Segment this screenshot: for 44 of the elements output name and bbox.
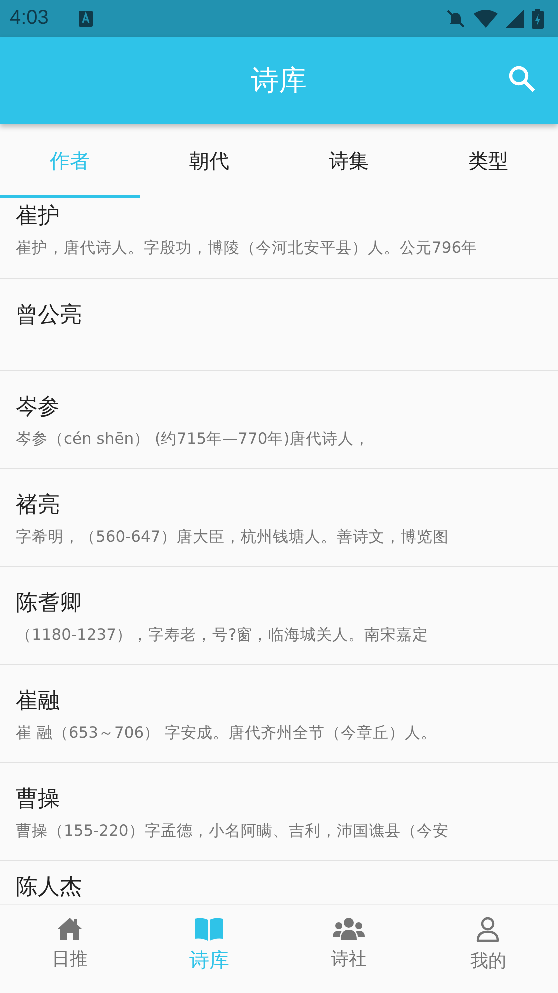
author-item[interactable]: 曹操 曹操（155-220）字孟德，小名阿瞒、吉利，沛国谯县（今安: [0, 763, 558, 861]
nav-label: 我的: [470, 950, 506, 973]
author-name: 岑参: [16, 394, 61, 422]
author-name: 曹操: [16, 786, 61, 814]
author-item[interactable]: 崔护 崔护，唐代诗人。字殷功，博陵（今河北安平县）人。公元796年: [0, 198, 558, 279]
app-title: 诗库: [251, 62, 307, 98]
nav-label: 日推: [52, 948, 88, 971]
tab[interactable]: 诗集: [279, 124, 418, 198]
author-description: 崔 融（653～706） 字安成。唐代齐州全节（今章丘）人。: [16, 723, 438, 744]
author-description: （1180-1237），字寿老，号?窗，临海城关人。南宋嘉定: [16, 625, 430, 646]
author-name: 褚亮: [16, 492, 61, 520]
author-description: 曹操（155-220）字孟德，小名阿瞒、吉利，沛国谯县（今安: [16, 821, 450, 842]
group-icon: [332, 917, 365, 941]
author-name: 崔护: [16, 203, 61, 231]
signal-icon: [506, 10, 524, 28]
home-icon: [56, 917, 83, 941]
search-icon[interactable]: [508, 65, 536, 93]
notification-icon: [78, 10, 93, 26]
wifi-icon: [474, 10, 498, 28]
status-time: 4:03: [10, 7, 49, 30]
author-name: 曾公亮: [16, 302, 83, 330]
book-icon: [194, 917, 224, 941]
nav-label: 诗社: [330, 948, 367, 971]
author-item[interactable]: 褚亮 字希明，（560-647）唐大臣，杭州钱塘人。善诗文，博览图: [0, 469, 558, 567]
author-item[interactable]: 岑参 岑参（cén shēn） (约715年—770年)唐代诗人，: [0, 371, 558, 469]
nav-label: 诗库: [189, 947, 230, 974]
author-description: 岑参（cén shēn） (约715年—770年)唐代诗人，: [16, 429, 371, 450]
author-name: 陈人杰: [16, 874, 83, 902]
author-item[interactable]: 崔融 崔 融（653～706） 字安成。唐代齐州全节（今章丘）人。: [0, 665, 558, 763]
author-item[interactable]: 陈人杰: [0, 861, 558, 904]
battery-icon: [532, 8, 544, 28]
person-icon: [476, 917, 500, 943]
author-description: 崔护，唐代诗人。字殷功，博陵（今河北安平县）人。公元796年: [16, 238, 479, 259]
author-item[interactable]: 曾公亮: [0, 279, 558, 371]
tab[interactable]: 朝代: [140, 124, 279, 198]
author-description: 字希明，（560-647）唐大臣，杭州钱塘人。善诗文，博览图: [16, 527, 450, 548]
tab[interactable]: 类型: [418, 124, 558, 198]
bell-off-icon: [446, 8, 466, 28]
author-item[interactable]: 陈耆卿 （1180-1237），字寿老，号?窗，临海城关人。南宋嘉定: [0, 567, 558, 665]
author-name: 崔融: [16, 688, 61, 716]
nav-item[interactable]: 我的: [418, 905, 558, 993]
nav-item[interactable]: 诗社: [279, 905, 418, 993]
author-name: 陈耆卿: [16, 590, 83, 618]
nav-item[interactable]: 日推: [0, 905, 140, 993]
